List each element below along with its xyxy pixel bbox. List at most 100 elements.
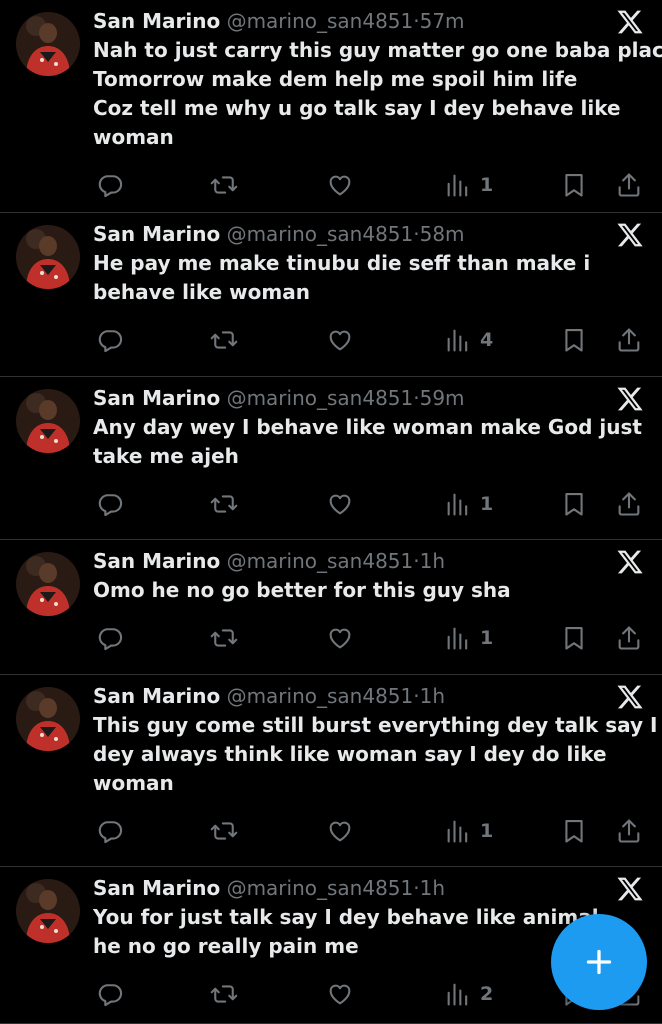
views-count: 1 [480,627,494,649]
tweet-text-line: dey always think like woman say I dey do… [93,742,607,766]
views-button[interactable]: 2 [444,979,493,1009]
timestamp[interactable]: 1h [420,684,445,708]
retweet-button[interactable] [210,816,238,846]
tweet-actions: 1 [0,623,662,653]
bookmark-button[interactable] [560,325,588,355]
avatar[interactable] [16,389,80,453]
display-name[interactable]: San Marino [93,549,220,573]
display-name[interactable]: San Marino [93,684,220,708]
display-name[interactable]: San Marino [93,222,220,246]
reply-button[interactable] [96,979,124,1009]
tweet-text-line: Coz tell me why u go talk say I dey beha… [93,96,621,120]
tweet-text-line: woman [93,125,174,149]
tweet-header: San Marino @marino_san4851·58m [93,222,465,246]
tweet-text: Any day wey I behave like woman make God… [93,413,648,471]
avatar[interactable] [16,687,80,751]
reply-button[interactable] [96,170,124,200]
reply-icon [96,817,124,845]
share-icon [615,817,643,845]
avatar[interactable] [16,225,80,289]
views-icon [444,326,472,354]
views-button[interactable]: 1 [444,489,493,519]
tweet-text: This guy come still burst everything dey… [93,711,658,798]
tweet-header: San Marino @marino_san4851·1h [93,876,445,900]
views-button[interactable]: 1 [444,623,493,653]
tweet-actions: 1 [0,816,662,846]
heart-icon [326,624,354,652]
views-button[interactable]: 4 [444,325,493,355]
tweet-text-line: take me ajeh [93,444,239,468]
retweet-icon [210,624,238,652]
reply-button[interactable] [96,489,124,519]
like-button[interactable] [326,623,354,653]
tweet[interactable]: San Marino @marino_san4851·57m Nah to ju… [0,0,662,213]
user-handle[interactable]: @marino_san4851 [227,386,414,410]
share-icon [615,171,643,199]
user-handle[interactable]: @marino_san4851 [227,549,414,573]
share-button[interactable] [615,816,643,846]
views-icon [444,490,472,518]
views-icon [444,817,472,845]
retweet-button[interactable] [210,979,238,1009]
like-button[interactable] [326,489,354,519]
heart-icon [326,980,354,1008]
user-handle[interactable]: @marino_san4851 [227,876,414,900]
like-button[interactable] [326,170,354,200]
avatar[interactable] [16,879,80,943]
views-button[interactable]: 1 [444,170,493,200]
views-button[interactable]: 1 [444,816,493,846]
tweet[interactable]: San Marino @marino_san4851·59m Any day w… [0,377,662,540]
views-icon [444,980,472,1008]
share-button[interactable] [615,489,643,519]
tweet-text-line: woman [93,771,174,795]
avatar[interactable] [16,552,80,616]
like-button[interactable] [326,816,354,846]
tweet-text-line: This guy come still burst everything dey… [93,713,658,737]
share-button[interactable] [615,325,643,355]
like-button[interactable] [326,979,354,1009]
timestamp[interactable]: 59m [420,386,465,410]
reply-icon [96,171,124,199]
reply-button[interactable] [96,325,124,355]
bookmark-button[interactable] [560,170,588,200]
avatar[interactable] [16,12,80,76]
timestamp[interactable]: 1h [420,549,445,573]
x-logo-icon [616,875,644,903]
retweet-button[interactable] [210,623,238,653]
tweet-header: San Marino @marino_san4851·1h [93,684,445,708]
compose-button[interactable] [551,914,647,1010]
retweet-button[interactable] [210,325,238,355]
reply-button[interactable] [96,816,124,846]
retweet-button[interactable] [210,489,238,519]
timestamp[interactable]: 1h [420,876,445,900]
bookmark-button[interactable] [560,623,588,653]
tweet-text-line: Tomorrow make dem help me spoil him life [93,67,578,91]
tweet[interactable]: San Marino @marino_san4851·1h Omo he no … [0,540,662,675]
reply-icon [96,980,124,1008]
like-button[interactable] [326,325,354,355]
retweet-icon [210,980,238,1008]
user-handle[interactable]: @marino_san4851 [227,9,414,33]
display-name[interactable]: San Marino [93,386,220,410]
user-handle[interactable]: @marino_san4851 [227,222,414,246]
share-button[interactable] [615,170,643,200]
tweet-actions: 4 [0,325,662,355]
user-handle[interactable]: @marino_san4851 [227,684,414,708]
tweet-text: Nah to just carry this guy matter go one… [93,36,662,152]
x-logo-icon [616,385,644,413]
display-name[interactable]: San Marino [93,876,220,900]
display-name[interactable]: San Marino [93,9,220,33]
tweet[interactable]: San Marino @marino_san4851·58m He pay me… [0,213,662,377]
retweet-button[interactable] [210,170,238,200]
bookmark-button[interactable] [560,816,588,846]
views-count: 2 [480,983,494,1005]
timestamp[interactable]: 58m [420,222,465,246]
timestamp[interactable]: 57m [420,9,465,33]
tweet[interactable]: San Marino @marino_san4851·1h This guy c… [0,675,662,867]
reply-button[interactable] [96,623,124,653]
tweet-text-line: Omo he no go better for this guy sha [93,578,511,602]
x-logo-icon [616,548,644,576]
share-button[interactable] [615,623,643,653]
bookmark-button[interactable] [560,489,588,519]
retweet-icon [210,326,238,354]
